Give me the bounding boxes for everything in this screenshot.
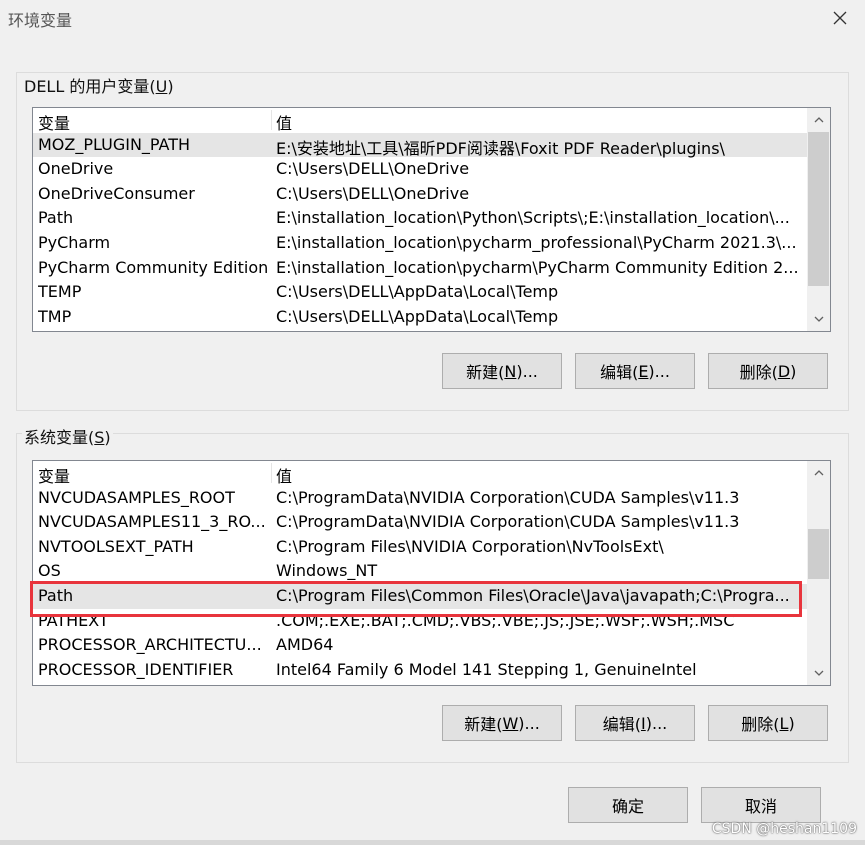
system-edit-button[interactable]: 编辑(I)...	[575, 705, 695, 741]
column-header-value[interactable]: 值	[276, 463, 801, 487]
title-bar: 环境变量	[0, 0, 865, 38]
scroll-thumb[interactable]	[808, 529, 829, 579]
column-header-value[interactable]: 值	[276, 110, 801, 134]
ok-button[interactable]: 确定	[568, 787, 688, 823]
scroll-down-icon[interactable]	[807, 309, 830, 329]
system-vars-list[interactable]: 变量 值 NVCUDASAMPLES_ROOT C:\ProgramData\NV…	[32, 460, 831, 686]
table-row[interactable]: MOZ_PLUGIN_PATH E:\安装地址\工具\福昕PDF阅读器\Foxit…	[33, 132, 830, 158]
table-row[interactable]: PROCESSOR_ARCHITECTU... AMD64	[33, 633, 830, 658]
user-new-button[interactable]: 新建(N)...	[442, 353, 562, 389]
window-title: 环境变量	[8, 11, 73, 30]
system-new-button[interactable]: 新建(W)...	[442, 705, 562, 741]
column-header-variable[interactable]: 变量	[38, 463, 272, 487]
table-row[interactable]: TMP C:\Users\DELL\AppData\Local\Temp	[33, 305, 830, 330]
scroll-up-icon[interactable]	[807, 110, 830, 130]
table-row[interactable]: OS Windows_NT	[33, 559, 830, 584]
table-row[interactable]: PyCharm Community Edition E:\installation…	[33, 256, 830, 281]
table-row[interactable]: PATHEXT .COM;.EXE;.BAT;.CMD;.VBS;.VBE;.JS…	[33, 609, 830, 634]
scroll-down-icon[interactable]	[807, 663, 830, 683]
table-row-path-selected[interactable]: Path C:\Program Files\Common Files\Oracle…	[33, 583, 830, 609]
table-row[interactable]: NVCUDASAMPLES_ROOT C:\ProgramData\NVIDIA …	[33, 486, 830, 511]
system-vars-label: 系统变量(S)	[22, 424, 113, 448]
column-header-variable[interactable]: 变量	[38, 110, 272, 134]
user-edit-button[interactable]: 编辑(E)...	[575, 353, 695, 389]
system-vars-scrollbar[interactable]	[807, 461, 830, 685]
watermark: CSDN @heshan1109	[711, 821, 857, 837]
system-delete-button[interactable]: 删除(L)	[708, 705, 828, 741]
user-vars-scrollbar[interactable]	[807, 108, 830, 331]
table-row[interactable]: TEMP C:\Users\DELL\AppData\Local\Temp	[33, 280, 830, 305]
close-button[interactable]	[823, 2, 857, 34]
table-row[interactable]: NVTOOLSEXT_PATH C:\Program Files\NVIDIA C…	[33, 535, 830, 560]
scroll-thumb[interactable]	[808, 132, 829, 286]
user-delete-button[interactable]: 删除(D)	[708, 353, 828, 389]
scroll-up-icon[interactable]	[807, 463, 830, 483]
list-header: 变量 值	[33, 108, 830, 133]
close-icon	[833, 11, 847, 25]
user-vars-list[interactable]: 变量 值 MOZ_PLUGIN_PATH E:\安装地址\工具\福昕PDF阅读器\…	[32, 107, 831, 332]
table-row[interactable]: PROCESSOR_IDENTIFIER Intel64 Family 6 Mod…	[33, 658, 830, 683]
table-row[interactable]: OneDriveConsumer C:\Users\DELL\OneDrive	[33, 182, 830, 207]
table-row[interactable]: PyCharm E:\installation_location\pycharm_…	[33, 231, 830, 256]
table-row[interactable]: Path E:\installation_location\Python\Scri…	[33, 206, 830, 231]
bottom-strip	[0, 840, 865, 845]
list-header: 变量 值	[33, 461, 830, 486]
cancel-button[interactable]: 取消	[701, 787, 821, 823]
user-vars-label: DELL 的用户变量(U)	[22, 73, 176, 97]
table-row[interactable]: NVCUDASAMPLES11_3_RO... C:\ProgramData\NV…	[33, 510, 830, 535]
table-row[interactable]: OneDrive C:\Users\DELL\OneDrive	[33, 157, 830, 182]
